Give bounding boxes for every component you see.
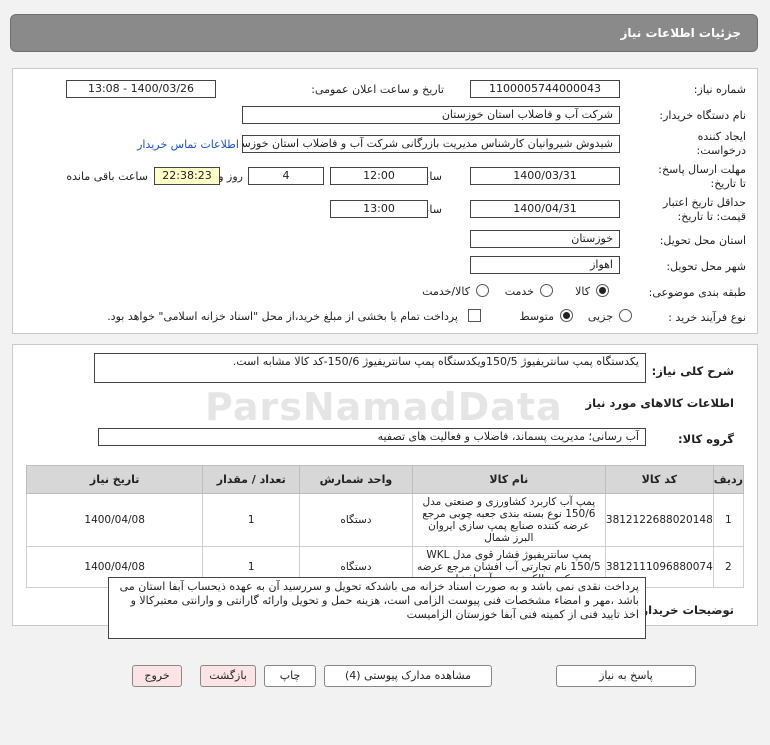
row-name: پمپ آب کاربرد کشاورزی و صنعتی مدل 150/6 … <box>411 493 606 547</box>
buyer-notes-field: پرداخت نقدی نمی باشد و به صورت اسناد خزا… <box>108 577 646 639</box>
print-button[interactable]: چاپ <box>264 665 316 687</box>
category-option-service: خدمت <box>504 285 534 298</box>
treasury-payment-checkbox[interactable] <box>468 309 481 322</box>
province-label: استان محل تحویل: <box>659 234 746 247</box>
treasury-payment-note: پرداخت تمام یا بخشی از مبلغ خرید،از محل … <box>107 310 458 323</box>
goods-table-header: ردیف کد کالا نام کالا واحد شمارش تعداد /… <box>25 465 745 494</box>
validity-label-line2: قیمت: تا تاریخ: <box>677 210 746 223</box>
deadline-date-field: 1400/03/31 <box>470 167 620 185</box>
row-index: 1 <box>712 493 745 547</box>
buyer-contact-link[interactable]: اطلاعات تماس خریدار <box>137 138 239 151</box>
validity-time-field: 13:00 <box>330 200 428 218</box>
creator-label-line2: درخواست: <box>696 144 746 157</box>
city-label: شهر محل تحویل: <box>666 260 746 273</box>
category-label: طبقه بندی موضوعی: <box>648 286 746 299</box>
category-radio-goods-service[interactable] <box>476 284 489 297</box>
table-row: 1 3812122688020148 پمپ آب کاربرد کشاورزی… <box>25 493 745 547</box>
process-option-minor: جزیی <box>587 310 613 323</box>
remaining-timer: 22:38:23 <box>154 167 220 185</box>
validity-date-field: 1400/04/31 <box>470 200 620 218</box>
row-qty: 1 <box>202 493 301 547</box>
summary-field: یکدستگاه پمپ سانتریفیوژ 150/5ویکدستگاه پ… <box>94 353 646 383</box>
back-button[interactable]: بازگشت <box>200 665 256 687</box>
col-index: ردیف <box>712 465 745 494</box>
category-radio-goods[interactable] <box>596 284 609 297</box>
watermark-text: ParsNamadData <box>205 385 563 429</box>
col-name: نام کالا <box>411 465 606 494</box>
col-qty: تعداد / مقدار <box>202 465 301 494</box>
summary-label: شرح کلی نیاز: <box>651 364 734 378</box>
announce-field: 1400/03/26 - 13:08 <box>66 80 216 98</box>
process-label: نوع فرآیند خرید : <box>668 311 746 324</box>
deadline-label-line2: تا تاریخ: <box>710 177 746 190</box>
creator-field: شیدوش شیروانیان کارشناس مدیریت بازرگانی … <box>242 135 620 153</box>
process-radio-minor[interactable] <box>619 309 632 322</box>
deadline-time-field: 12:00 <box>330 167 428 185</box>
process-option-medium: متوسط <box>519 310 554 323</box>
city-field: اهواز <box>470 256 620 274</box>
province-field: خوزستان <box>470 230 620 248</box>
remaining-label: ساعت باقی مانده <box>66 170 148 183</box>
creator-label-line1: ایجاد کننده <box>697 130 746 143</box>
page-title: جزئیات اطلاعات نیاز <box>620 26 741 40</box>
buyer-label: نام دستگاه خریدار: <box>659 109 746 122</box>
process-radio-medium[interactable] <box>560 309 573 322</box>
col-code: کد کالا <box>604 465 714 494</box>
goods-group-label: گروه کالا: <box>678 432 734 446</box>
buyer-field: شرکت آب و فاضلاب استان خوزستان <box>242 106 620 124</box>
buyer-notes-label: توضیحات خریدار: <box>636 603 734 617</box>
exit-button[interactable]: خروج <box>132 665 182 687</box>
page-title-bar: جزئیات اطلاعات نیاز <box>10 14 758 52</box>
goods-table: ردیف کد کالا نام کالا واحد شمارش تعداد /… <box>25 465 745 588</box>
need-number-label: شماره نیاز: <box>693 83 746 96</box>
deadline-label-line1: مهلت ارسال پاسخ: <box>658 163 746 176</box>
row-unit: دستگاه <box>299 493 413 547</box>
announce-label: تاریخ و ساعت اعلان عمومی: <box>311 83 444 96</box>
validity-label-line1: حداقل تاریخ اعتبار <box>662 196 746 209</box>
goods-section-title: اطلاعات کالاهای مورد نیاز <box>585 396 734 410</box>
goods-group-field: آب رسانی؛ مدیریت پسماند، فاضلاب و فعالیت… <box>98 428 646 446</box>
days-remaining-field: 4 <box>248 167 324 185</box>
row-index: 2 <box>712 546 745 588</box>
col-unit: واحد شمارش <box>299 465 413 494</box>
attachments-button[interactable]: مشاهده مدارک پیوستی (4) <box>324 665 492 687</box>
row-date: 1400/04/08 <box>25 493 204 547</box>
days-label: روز و <box>218 170 243 183</box>
category-radio-service[interactable] <box>540 284 553 297</box>
category-option-goods: کالا <box>575 285 590 298</box>
category-option-goods-service: کالا/خدمت <box>422 285 470 298</box>
reply-button[interactable]: پاسخ به نیاز <box>556 665 696 687</box>
row-code: 3812122688020148 <box>604 493 714 547</box>
need-number-field: 1100005744000043 <box>470 80 620 98</box>
col-date: تاریخ نیاز <box>25 465 204 494</box>
